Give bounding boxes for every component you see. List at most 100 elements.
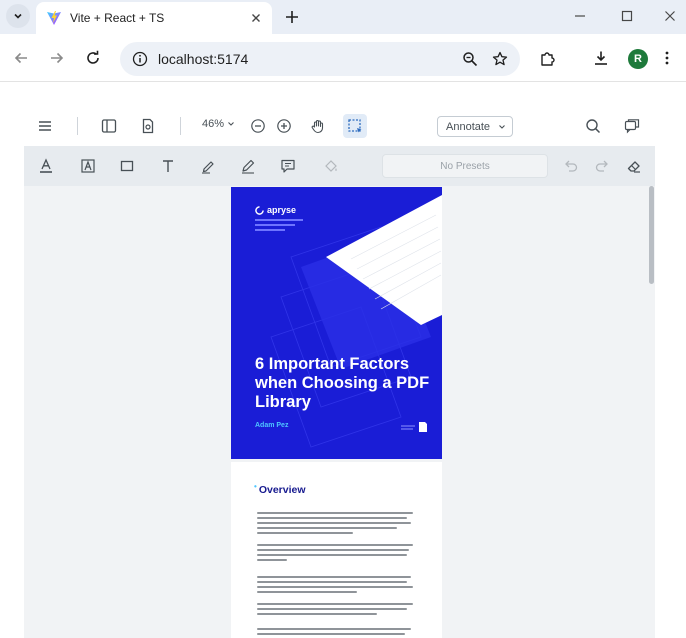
- profile-avatar[interactable]: R: [628, 49, 648, 69]
- close-window-button[interactable]: [660, 6, 680, 26]
- text-paragraph: [257, 603, 415, 618]
- text-highlight-tool[interactable]: [76, 154, 100, 178]
- plus-icon: [286, 11, 298, 23]
- page-corner-icon: [401, 422, 427, 432]
- zoom-in-button[interactable]: [272, 114, 296, 138]
- chevron-down-icon: [14, 13, 22, 19]
- cover-author: Adam Pez: [255, 422, 289, 429]
- section-heading-text: Overview: [258, 484, 306, 496]
- text-paragraph: [257, 576, 415, 596]
- browser-tab-active[interactable]: Vite + React + TS: [36, 2, 272, 34]
- downloads-button[interactable]: [590, 47, 612, 69]
- toolbar-group-select[interactable]: Annotate: [437, 116, 513, 137]
- pdf-viewer: 46% Annotate No Presets apryse 6 Importa…: [24, 106, 655, 638]
- free-text-tool[interactable]: [156, 154, 180, 178]
- zoom-out-button[interactable]: [246, 114, 270, 138]
- zoom-level: 46%: [202, 118, 225, 130]
- cover-title: 6 Important Factors when Choosing a PDF …: [255, 355, 430, 411]
- url-text: localhost:5174: [158, 51, 249, 67]
- new-tab-button[interactable]: [282, 7, 302, 27]
- text-underline-tool[interactable]: [34, 154, 58, 178]
- comments-icon: [624, 119, 640, 134]
- fill-style-tool[interactable]: [319, 154, 343, 178]
- address-bar[interactable]: localhost:5174: [120, 42, 520, 76]
- chevron-down-icon: [499, 124, 505, 129]
- zoom-page-icon[interactable]: [460, 49, 480, 69]
- signature-tool[interactable]: [196, 154, 220, 178]
- more-vertical-icon: [665, 51, 669, 65]
- section-heading: • Overview: [254, 482, 306, 497]
- pen-signature-icon: [202, 161, 214, 174]
- annotation-toolbar: No Presets: [24, 146, 655, 215]
- redo-button[interactable]: [590, 154, 614, 178]
- toolbar-divider: [180, 117, 181, 135]
- browser-menu-button[interactable]: [656, 47, 678, 69]
- browser-tab-strip: Vite + React + TS: [0, 0, 686, 34]
- brand-logo: apryse: [255, 205, 296, 215]
- site-info-icon[interactable]: [132, 51, 148, 67]
- zoom-out-icon: [251, 119, 265, 133]
- pan-tool-button[interactable]: [306, 114, 330, 138]
- bookmark-star-icon[interactable]: [490, 49, 510, 69]
- arrow-right-icon: [51, 52, 64, 64]
- arrow-left-icon: [14, 52, 27, 64]
- eraser-tool[interactable]: [622, 154, 646, 178]
- paint-bucket-icon: [325, 160, 337, 172]
- apryse-logo-icon: [255, 205, 264, 215]
- rectangle-icon: [120, 160, 134, 172]
- extensions-button[interactable]: [537, 47, 559, 69]
- comments-panel-button[interactable]: [620, 114, 644, 138]
- close-tab-icon[interactable]: [248, 10, 264, 26]
- toolbar-group-label: Annotate: [446, 120, 491, 133]
- pdf-page-2[interactable]: • Overview: [231, 462, 442, 638]
- vite-logo-icon: [47, 11, 61, 25]
- sidebar-panel-icon: [101, 119, 117, 133]
- menu-button[interactable]: [33, 114, 57, 138]
- note-comment-icon: [281, 159, 295, 173]
- maximize-button[interactable]: [617, 6, 637, 26]
- viewer-header: 46% Annotate: [24, 106, 655, 146]
- hamburger-icon: [39, 121, 51, 131]
- eraser-icon: [627, 161, 640, 173]
- left-panel-button[interactable]: [97, 114, 121, 138]
- zoom-dropdown[interactable]: 46%: [202, 118, 235, 130]
- undo-icon: [565, 160, 578, 172]
- scrollbar-thumb[interactable]: [649, 186, 654, 284]
- puzzle-icon: [541, 52, 555, 66]
- text-paragraph: [257, 512, 415, 537]
- undo-button[interactable]: [559, 154, 583, 178]
- reload-button[interactable]: [82, 47, 104, 69]
- zoom-in-icon: [277, 119, 291, 133]
- rectangle-tool[interactable]: [115, 154, 139, 178]
- brand-tagline: [255, 219, 315, 234]
- pencil-icon: [242, 159, 255, 174]
- marquee-select-icon: [348, 119, 362, 133]
- hand-icon: [311, 119, 324, 134]
- forward-button[interactable]: [46, 47, 68, 69]
- sticky-note-tool[interactable]: [276, 154, 300, 178]
- heading-bullet-icon: •: [254, 482, 257, 491]
- download-icon: [595, 51, 607, 65]
- text-icon: [163, 160, 173, 172]
- chevron-down-icon: [228, 122, 234, 126]
- back-button[interactable]: [10, 47, 32, 69]
- toolbar-divider: [77, 117, 78, 135]
- minimize-button[interactable]: [570, 6, 590, 26]
- pdf-page-1[interactable]: apryse 6 Important Factors when Choosing…: [231, 187, 442, 459]
- text-paragraph: [257, 544, 415, 564]
- select-tool-button[interactable]: [343, 114, 367, 138]
- brand-name: apryse: [267, 205, 297, 215]
- page-settings-icon: [142, 118, 154, 134]
- freehand-tool[interactable]: [236, 154, 260, 178]
- maximize-icon: [621, 10, 633, 22]
- text-highlight-icon: [81, 159, 95, 173]
- presets-label: No Presets: [440, 160, 490, 172]
- search-button[interactable]: [581, 114, 605, 138]
- reload-icon: [87, 50, 99, 64]
- tab-search-button[interactable]: [6, 4, 30, 28]
- style-presets-box[interactable]: No Presets: [382, 154, 548, 178]
- view-controls-button[interactable]: [136, 114, 160, 138]
- minimize-icon: [575, 15, 585, 17]
- browser-toolbar: localhost:5174 R: [0, 34, 686, 82]
- page-scrollbar[interactable]: [648, 186, 655, 638]
